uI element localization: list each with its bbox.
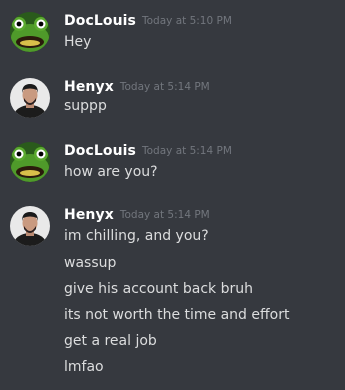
message-text: im chilling, and you? [64,228,209,244]
timestamp: Today at 5:14 PM [119,81,210,93]
message-header: Henyx Today at 5:14 PM [64,204,210,224]
message-text: get a real job [64,333,157,349]
message-text: suppp [64,98,107,114]
username[interactable]: Henyx [64,79,114,95]
message-text: Hey [64,34,92,50]
person-avatar-icon[interactable] [10,78,50,118]
message-text: lmfao [64,359,104,375]
message-header: DocLouis Today at 5:10 PM [64,10,232,30]
message-text: how are you? [64,164,158,180]
person-avatar-icon[interactable] [10,206,50,246]
username[interactable]: DocLouis [64,143,136,159]
timestamp: Today at 5:10 PM [141,15,232,27]
message-header: DocLouis Today at 5:14 PM [64,140,232,160]
frog-avatar-icon[interactable] [10,142,50,182]
timestamp: Today at 5:14 PM [119,209,210,221]
username[interactable]: DocLouis [64,13,136,29]
message-text: its not worth the time and effort [64,307,290,323]
timestamp: Today at 5:14 PM [141,145,232,157]
message-text: wassup [64,255,117,271]
message-header: Henyx Today at 5:14 PM [64,76,210,96]
username[interactable]: Henyx [64,207,114,223]
message-text: give his account back bruh [64,281,253,297]
frog-avatar-icon[interactable] [10,12,50,52]
